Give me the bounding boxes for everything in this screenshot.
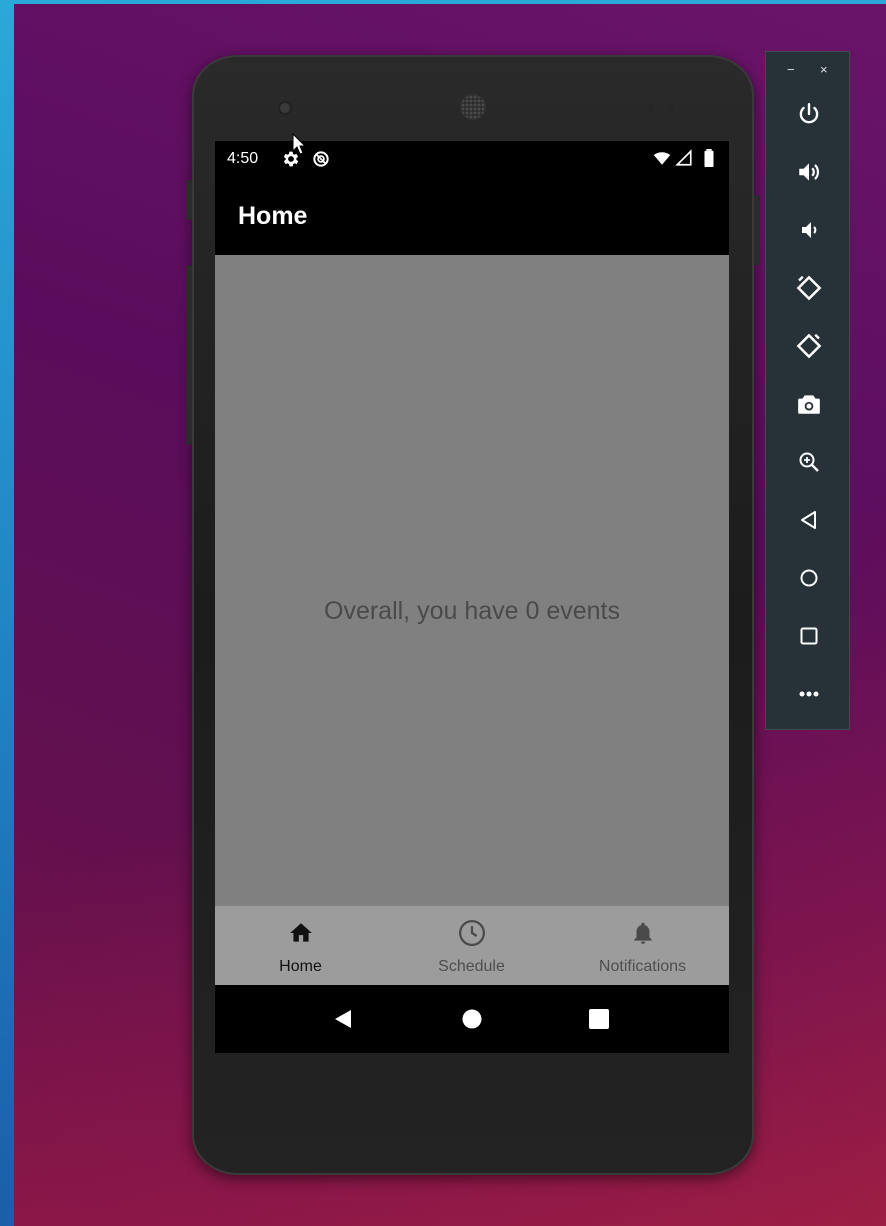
more-icon <box>799 691 818 697</box>
home-icon <box>215 919 386 947</box>
rotate-right-button[interactable] <box>766 326 851 366</box>
phone-sensor <box>668 104 674 110</box>
overview-icon <box>800 627 817 645</box>
desktop-top-strip <box>0 0 886 4</box>
tab-notifications-label: Notifications <box>598 958 687 975</box>
home-circle-icon <box>800 569 817 587</box>
home-nav-button[interactable] <box>766 558 851 598</box>
tab-home[interactable]: Home <box>215 906 386 985</box>
wifi-icon <box>653 149 671 171</box>
volume-down-button[interactable] <box>766 210 851 250</box>
desktop-left-strip <box>0 0 14 1226</box>
rotate-left-icon <box>796 275 821 301</box>
page-title: Home <box>238 202 308 230</box>
main-content: Overall, you have 0 events <box>215 255 729 906</box>
phone-volume-rocker <box>186 265 192 445</box>
zoom-icon <box>799 452 819 472</box>
minimize-button[interactable]: − <box>787 62 795 78</box>
emulator-toolbar: − × <box>765 51 850 730</box>
sync-disabled-icon <box>311 149 331 173</box>
tab-notifications[interactable]: Notifications <box>557 906 728 985</box>
events-summary-text: Overall, you have 0 events <box>324 597 620 625</box>
volume-up-button[interactable] <box>766 152 851 192</box>
mouse-cursor-icon <box>292 133 306 155</box>
tab-home-label: Home <box>279 958 322 975</box>
bottom-navigation: Home Schedule Notifications <box>215 906 729 985</box>
power-icon <box>799 103 818 124</box>
power-button[interactable] <box>766 94 851 134</box>
rotate-left-button[interactable] <box>766 268 851 308</box>
app-bar: Home <box>215 177 729 255</box>
clock-icon <box>386 919 557 947</box>
zoom-button[interactable] <box>766 442 851 482</box>
phone-camera <box>280 103 290 113</box>
camera-icon <box>797 395 820 414</box>
system-navigation-bar <box>215 985 729 1053</box>
status-time: 4:50 <box>227 150 259 167</box>
back-nav-button[interactable] <box>766 500 851 540</box>
overview-nav-button[interactable] <box>766 616 851 656</box>
tab-schedule[interactable]: Schedule <box>386 906 557 985</box>
battery-icon <box>703 149 715 171</box>
screenshot-button[interactable] <box>766 384 851 424</box>
volume-down-icon <box>801 222 816 238</box>
cell-signal-icon <box>675 149 693 171</box>
close-button[interactable]: × <box>820 62 828 78</box>
overview-button[interactable] <box>587 1007 611 1031</box>
back-icon <box>800 511 816 529</box>
more-options-button[interactable] <box>766 674 851 714</box>
volume-up-icon <box>798 163 819 181</box>
phone-power-button <box>754 195 760 265</box>
phone-speaker <box>461 95 485 119</box>
bell-icon <box>557 919 728 947</box>
phone-sensor <box>648 104 654 110</box>
phone-screen: 4:50 Home Overall, you have 0 events Hom… <box>215 141 729 1053</box>
phone-side-button-left <box>186 180 192 220</box>
tab-schedule-label: Schedule <box>438 958 505 975</box>
home-button[interactable] <box>460 1007 484 1031</box>
toolbar-window-controls: − × <box>766 62 851 78</box>
back-button[interactable] <box>331 1007 355 1031</box>
rotate-right-icon <box>796 333 821 359</box>
